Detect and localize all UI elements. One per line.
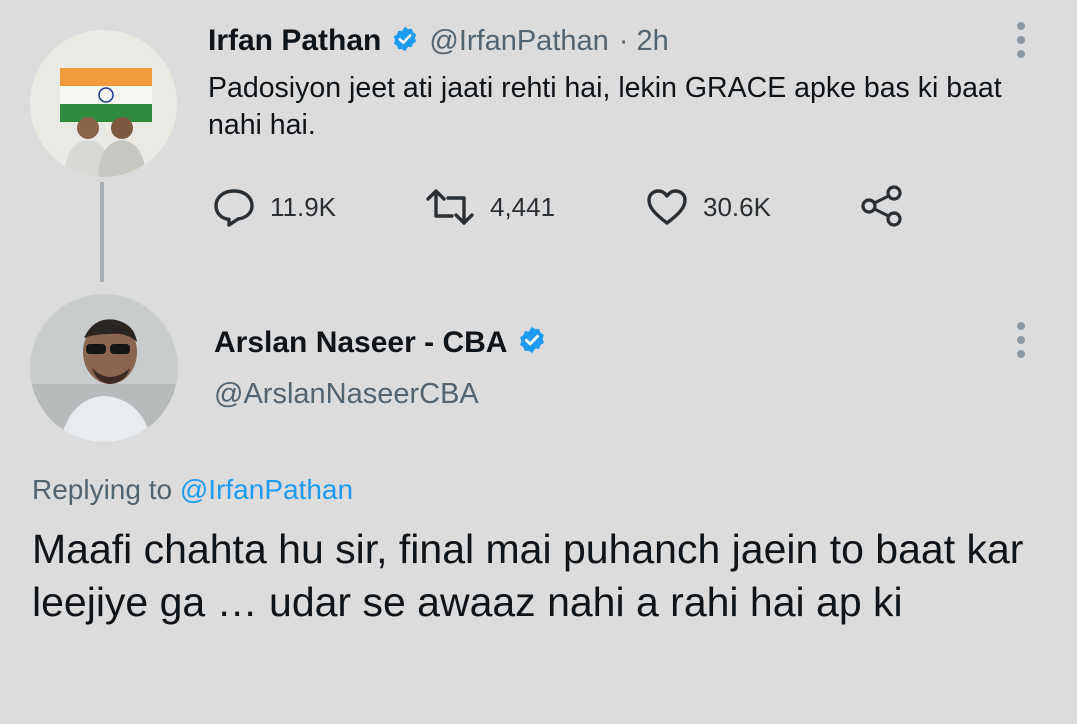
avatar-irfan-pathan[interactable] — [30, 30, 177, 177]
replying-mention-link[interactable]: @IrfanPathan — [180, 474, 353, 505]
tweet-text: Maafi chahta hu sir, final mai puhanch j… — [32, 526, 1024, 625]
retweet-icon — [424, 187, 476, 227]
like-button[interactable]: 30.6K — [645, 187, 771, 227]
reply-icon — [212, 187, 256, 227]
replying-label: Replying to — [32, 474, 173, 505]
like-icon — [645, 187, 689, 227]
share-button[interactable] — [858, 184, 906, 233]
share-icon — [858, 185, 906, 232]
author-handle[interactable]: @IrfanPathan — [429, 25, 608, 58]
author-handle[interactable]: @ArslanNaseerCBA — [214, 378, 479, 411]
like-count: 30.6K — [703, 191, 771, 222]
tweet-timestamp[interactable]: · 2h — [619, 25, 669, 58]
more-icon[interactable] — [1016, 322, 1026, 364]
author-name[interactable]: Irfan Pathan — [208, 24, 381, 58]
thread-connector — [100, 182, 104, 282]
more-icon[interactable] — [1016, 22, 1026, 64]
verified-icon — [517, 325, 547, 360]
avatar-photo — [30, 30, 177, 177]
author-name[interactable]: Arslan Naseer - CBA — [214, 326, 507, 360]
retweet-count: 4,441 — [490, 191, 556, 222]
reply-count: 11.9K — [270, 191, 337, 222]
tweet-text: Padosiyon jeet ati jaati rehti hai, leki… — [208, 72, 1002, 141]
reply-button[interactable]: 11.9K — [212, 187, 336, 227]
avatar-photo — [30, 294, 178, 442]
verified-icon — [391, 25, 419, 58]
retweet-button[interactable]: 4,441 — [424, 187, 555, 227]
avatar-arslan-naseer[interactable] — [30, 294, 178, 442]
